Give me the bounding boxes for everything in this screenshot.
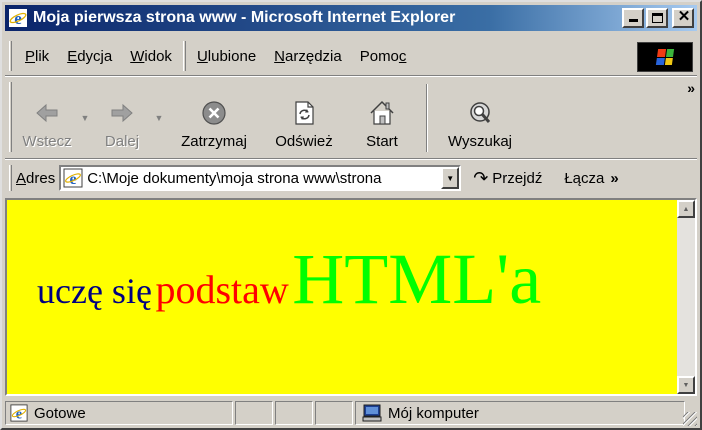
back-arrow-icon bbox=[36, 103, 58, 123]
resize-grip[interactable] bbox=[683, 412, 697, 426]
menu-widok[interactable]: Widok bbox=[121, 48, 181, 65]
menu-accel: U bbox=[196, 47, 208, 65]
text-htmla: HTML'a bbox=[292, 239, 542, 319]
links-label: Łącza bbox=[564, 169, 605, 187]
menu-accel: W bbox=[130, 47, 145, 65]
address-grip[interactable] bbox=[9, 165, 12, 191]
close-icon: ✕ bbox=[677, 8, 691, 25]
home-button[interactable]: Start bbox=[346, 78, 418, 158]
menu-label: dycja bbox=[77, 47, 113, 65]
links-more-chevron[interactable]: » bbox=[610, 170, 618, 187]
standard-toolbar: Wstecz ▼ Dalej ▼ Zatrzymaj Odśwież Start… bbox=[5, 78, 697, 158]
refresh-label: Odśwież bbox=[275, 133, 333, 150]
text-podstaw: podstaw bbox=[155, 267, 289, 312]
search-label: Wyszukaj bbox=[447, 133, 513, 150]
menu-label: arzędzia bbox=[285, 47, 342, 65]
computer-icon bbox=[362, 404, 382, 422]
toolbar-more-chevron[interactable]: » bbox=[687, 80, 695, 96]
go-arrow-icon: ↷ bbox=[473, 167, 489, 188]
menu-grip[interactable] bbox=[9, 41, 12, 71]
status-panel bbox=[275, 401, 313, 425]
stop-icon bbox=[202, 101, 226, 125]
refresh-button[interactable]: Odśwież bbox=[262, 78, 346, 158]
menu-edycja[interactable]: Edycja bbox=[58, 48, 121, 65]
menu-accel: P bbox=[25, 47, 36, 65]
menu-label: lik bbox=[35, 47, 50, 65]
separator bbox=[5, 158, 697, 160]
status-bar: e Gotowe Mój komputer bbox=[5, 400, 697, 426]
menu-accel: c bbox=[398, 47, 407, 65]
menu-label: lubione bbox=[207, 47, 257, 65]
page-icon: e bbox=[10, 404, 28, 422]
menu-label: idok bbox=[144, 47, 172, 65]
maximize-button[interactable] bbox=[646, 8, 668, 28]
text-uczesie: uczę się bbox=[37, 271, 152, 311]
links-button[interactable]: Łącza » bbox=[564, 169, 618, 187]
forward-arrow-icon bbox=[111, 103, 133, 123]
page-viewport[interactable]: uczę się podstaw HTML'a bbox=[7, 200, 677, 394]
stop-button[interactable]: Zatrzymaj bbox=[166, 78, 262, 158]
vertical-scrollbar[interactable]: ▲ ▼ bbox=[677, 200, 695, 394]
status-panel bbox=[315, 401, 353, 425]
address-bar: Adres e C:\Moje dokumenty\moja strona ww… bbox=[5, 162, 697, 194]
menu-plik[interactable]: Plik bbox=[16, 48, 58, 65]
status-panel-main: e Gotowe bbox=[5, 401, 233, 425]
home-label: Start bbox=[366, 133, 398, 150]
address-label: Adres bbox=[16, 170, 55, 187]
page-icon: e bbox=[63, 168, 83, 188]
maximize-icon bbox=[652, 13, 663, 23]
search-button[interactable]: Wyszukaj bbox=[436, 78, 524, 158]
minimize-icon bbox=[629, 19, 638, 22]
toolbar-grip[interactable] bbox=[9, 82, 12, 152]
minimize-button[interactable] bbox=[622, 8, 644, 28]
back-button[interactable]: Wstecz bbox=[16, 78, 78, 158]
scroll-up-button[interactable]: ▲ bbox=[677, 200, 695, 218]
browser-window: e Moja pierwsza strona www - Microsoft I… bbox=[0, 0, 702, 430]
menu-label: Pomo bbox=[359, 47, 399, 65]
menu-narzedzia[interactable]: Narzędzia bbox=[265, 48, 351, 65]
go-label: Przejdź bbox=[492, 169, 543, 187]
back-dropdown[interactable]: ▼ bbox=[78, 78, 92, 158]
back-label: Wstecz bbox=[22, 133, 72, 150]
content-frame: uczę się podstaw HTML'a ▲ ▼ bbox=[5, 198, 697, 396]
status-zone: Mój komputer bbox=[355, 401, 685, 425]
menu-pomoc[interactable]: Pomoc bbox=[351, 48, 416, 65]
address-value: C:\Moje dokumenty\moja strona www\strona bbox=[87, 169, 382, 187]
forward-label: Dalej bbox=[104, 133, 140, 150]
menu-bar: Plik Edycja Widok Ulubione Narzędzia Pom… bbox=[5, 37, 697, 75]
home-icon bbox=[370, 100, 394, 125]
title-bar[interactable]: e Moja pierwsza strona www - Microsoft I… bbox=[5, 5, 697, 31]
address-dropdown[interactable]: ▼ bbox=[441, 167, 460, 189]
refresh-icon bbox=[295, 101, 314, 125]
address-accel: A bbox=[16, 169, 27, 187]
windows-logo bbox=[637, 42, 693, 72]
forward-button[interactable]: Dalej bbox=[92, 78, 152, 158]
status-text: Gotowe bbox=[34, 404, 86, 422]
stop-label: Zatrzymaj bbox=[181, 133, 247, 150]
close-button[interactable]: ✕ bbox=[672, 8, 694, 28]
menu-ulubione[interactable]: Ulubione bbox=[188, 48, 265, 65]
address-input[interactable]: e C:\Moje dokumenty\moja strona www\stro… bbox=[59, 165, 462, 191]
menu-separator bbox=[182, 41, 186, 71]
svg-text:e: e bbox=[14, 9, 22, 27]
zone-label: Mój komputer bbox=[388, 404, 479, 422]
separator bbox=[5, 75, 697, 77]
menu-accel: N bbox=[274, 47, 286, 65]
go-button[interactable]: ↷ Przejdź bbox=[473, 168, 542, 189]
toolbar-separator bbox=[426, 84, 428, 152]
ie-icon: e bbox=[9, 9, 27, 27]
menu-accel: E bbox=[67, 47, 78, 65]
scroll-down-button[interactable]: ▼ bbox=[677, 376, 695, 394]
search-icon bbox=[470, 102, 491, 123]
forward-dropdown[interactable]: ▼ bbox=[152, 78, 166, 158]
window-title: Moja pierwsza strona www - Microsoft Int… bbox=[33, 9, 456, 26]
page-heading: uczę się podstaw HTML'a bbox=[37, 238, 541, 321]
status-panel bbox=[235, 401, 273, 425]
address-label-text: dres bbox=[26, 169, 56, 187]
windows-flag-icon bbox=[655, 49, 675, 65]
